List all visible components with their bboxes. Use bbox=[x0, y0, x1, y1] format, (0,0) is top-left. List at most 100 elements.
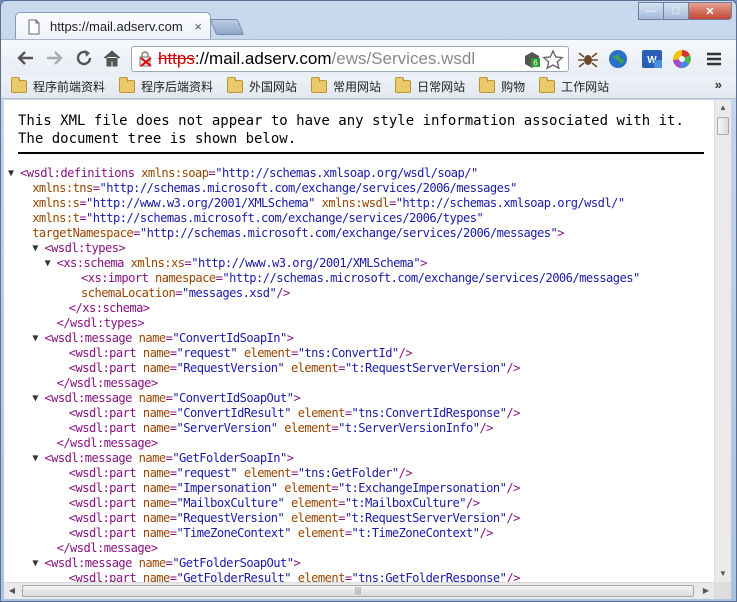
extension-tile-icon[interactable]: W bbox=[641, 48, 663, 70]
globe-icon[interactable] bbox=[607, 48, 629, 70]
xml-attribute-name: schemaLocation bbox=[81, 286, 176, 300]
bookmark-label: 日常网站 bbox=[417, 80, 466, 94]
xml-attribute-value: "TimeZoneContext" bbox=[176, 526, 298, 540]
divider bbox=[18, 152, 704, 154]
broken-lock-icon[interactable] bbox=[138, 51, 154, 67]
collapse-triangle-icon[interactable]: ▼ bbox=[45, 256, 51, 271]
xml-attribute-name: xmlns:s bbox=[32, 196, 80, 210]
xml-tag-text: /> bbox=[479, 526, 493, 540]
xml-tag-text: = bbox=[133, 226, 140, 240]
xml-attribute-name: name bbox=[142, 481, 170, 495]
xml-tag-text: </wsdl:message> bbox=[56, 376, 159, 390]
xml-tag-text: = bbox=[338, 361, 345, 375]
maximize-button[interactable]: □ bbox=[663, 2, 689, 20]
xml-attribute-name: element bbox=[297, 526, 346, 540]
browser-window: https://mail.adserv.com × — □ ✕ https:/… bbox=[0, 0, 737, 602]
collapse-triangle-icon[interactable]: ▼ bbox=[32, 331, 38, 346]
xml-attribute-name: xmlns:t bbox=[32, 211, 80, 225]
spider-icon[interactable] bbox=[577, 48, 599, 70]
scroll-left-arrow-icon[interactable]: ◀ bbox=[4, 583, 20, 599]
xml-attribute-value: "tns:ConvertIdResponse" bbox=[351, 406, 507, 420]
xml-attribute-name: xmlns:tns bbox=[32, 181, 93, 195]
extension-badge-icon[interactable]: 6 bbox=[522, 50, 542, 70]
xml-tag-text: > bbox=[286, 331, 294, 345]
bookmark-label: 常用网站 bbox=[333, 80, 382, 94]
star-icon[interactable] bbox=[542, 50, 564, 70]
bookmark-folder[interactable]: 程序前端资料 bbox=[11, 77, 105, 95]
scroll-right-arrow-icon[interactable]: ▶ bbox=[698, 583, 714, 599]
xml-attribute-name: element bbox=[290, 511, 339, 525]
xml-tag-text: = bbox=[169, 511, 177, 525]
xml-attribute-name: name bbox=[142, 496, 170, 510]
xml-attribute-name: name bbox=[138, 556, 166, 570]
url-scheme: https bbox=[158, 49, 195, 68]
reload-icon[interactable] bbox=[73, 48, 95, 68]
folder-icon bbox=[539, 77, 556, 93]
color-wheel-icon[interactable] bbox=[671, 48, 693, 70]
window-controls: — □ ✕ bbox=[638, 2, 732, 20]
scroll-down-arrow-icon[interactable]: ▼ bbox=[715, 566, 731, 582]
xml-tag-text: = bbox=[344, 406, 352, 420]
url-separator: :// bbox=[194, 49, 210, 68]
menu-icon[interactable] bbox=[703, 48, 725, 70]
bookmarks-overflow-button[interactable]: » bbox=[715, 77, 722, 92]
forward-arrow-icon[interactable] bbox=[43, 48, 65, 68]
collapse-triangle-icon[interactable]: ▼ bbox=[32, 241, 38, 256]
collapse-triangle-icon[interactable]: ▼ bbox=[32, 391, 38, 406]
vertical-scroll-thumb[interactable] bbox=[717, 117, 729, 135]
xml-attribute-name: element bbox=[243, 466, 292, 480]
xml-tag-text: /> bbox=[506, 511, 520, 525]
xml-tag-text: <wsdl:part bbox=[68, 496, 143, 510]
bookmark-folder[interactable]: 程序后端资料 bbox=[119, 77, 213, 95]
xml-attribute-value: "tns:GetFolderResponse" bbox=[351, 571, 507, 582]
xml-attribute-value: "http://schemas.xmlsoap.org/wsdl/" bbox=[395, 196, 625, 210]
bookmark-folder[interactable]: 日常网站 bbox=[395, 77, 466, 95]
address-bar[interactable]: https://mail.adserv.com/ews/Services.wsd… bbox=[131, 46, 569, 72]
xml-tag-text: = bbox=[169, 346, 177, 360]
xml-tag-text: /> bbox=[465, 496, 480, 510]
xml-attribute-value: "ConvertIdResult" bbox=[176, 406, 298, 420]
scroll-up-arrow-icon[interactable]: ▲ bbox=[715, 100, 731, 116]
tab-title: https://mail.adserv.com bbox=[50, 19, 183, 34]
scrollbar-corner bbox=[714, 582, 731, 599]
bookmark-folder[interactable]: 外国网站 bbox=[227, 77, 297, 95]
xml-tag-text: = bbox=[344, 526, 352, 540]
collapse-triangle-icon[interactable]: ▼ bbox=[32, 556, 38, 571]
xml-attribute-value: "t:TimeZoneContext" bbox=[351, 526, 480, 540]
vertical-scrollbar[interactable]: ▲ ▼ bbox=[714, 100, 731, 582]
horizontal-scroll-thumb[interactable]: ||| bbox=[22, 585, 694, 597]
folder-icon bbox=[11, 77, 27, 93]
xml-tag-text: = bbox=[175, 286, 182, 300]
xml-tag-text: = bbox=[290, 346, 298, 360]
xml-attribute-value: "t:RequestServerVersion" bbox=[344, 511, 507, 525]
home-icon[interactable] bbox=[101, 48, 123, 68]
xml-attribute-value: "t:ServerVersionInfo" bbox=[338, 421, 480, 435]
xml-tag-text: </wsdl:message> bbox=[56, 436, 159, 450]
xml-attribute-name: element bbox=[290, 361, 339, 375]
xml-tag-text: <wsdl:part bbox=[68, 511, 143, 525]
xml-attribute-value: "request" bbox=[176, 466, 244, 480]
tab-active[interactable]: https://mail.adserv.com × bbox=[15, 12, 211, 40]
xml-attribute-name: name bbox=[142, 421, 170, 435]
bookmark-folder[interactable]: 常用网站 bbox=[311, 77, 382, 95]
xml-tag-text: /> bbox=[506, 571, 520, 582]
xml-tag-text: = bbox=[290, 466, 298, 480]
new-tab-button[interactable] bbox=[209, 19, 245, 35]
minimize-button[interactable]: — bbox=[638, 2, 664, 20]
xml-tag-text: <wsdl:types> bbox=[44, 241, 126, 255]
close-window-button[interactable]: ✕ bbox=[688, 2, 732, 20]
back-arrow-icon[interactable] bbox=[15, 48, 37, 68]
collapse-triangle-icon[interactable]: ▼ bbox=[32, 451, 38, 466]
xml-attribute-name: element bbox=[284, 481, 332, 495]
collapse-triangle-icon[interactable]: ▼ bbox=[8, 166, 14, 181]
tab-close-icon[interactable]: × bbox=[194, 19, 202, 34]
xml-tag-text: <wsdl:message bbox=[44, 391, 139, 405]
xml-attribute-name: targetNamespace bbox=[32, 226, 134, 240]
bookmark-folder[interactable]: 购物 bbox=[479, 77, 525, 95]
xml-tag-text: <wsdl:part bbox=[68, 421, 143, 435]
horizontal-scrollbar[interactable]: ◀ ||| ▶ bbox=[4, 582, 714, 599]
xml-attribute-name: name bbox=[142, 511, 170, 525]
xml-attribute-value: "ConvertIdSoapOut" bbox=[172, 391, 294, 405]
bookmark-folder[interactable]: 工作网站 bbox=[539, 77, 609, 95]
xml-attribute-name: name bbox=[142, 466, 170, 480]
